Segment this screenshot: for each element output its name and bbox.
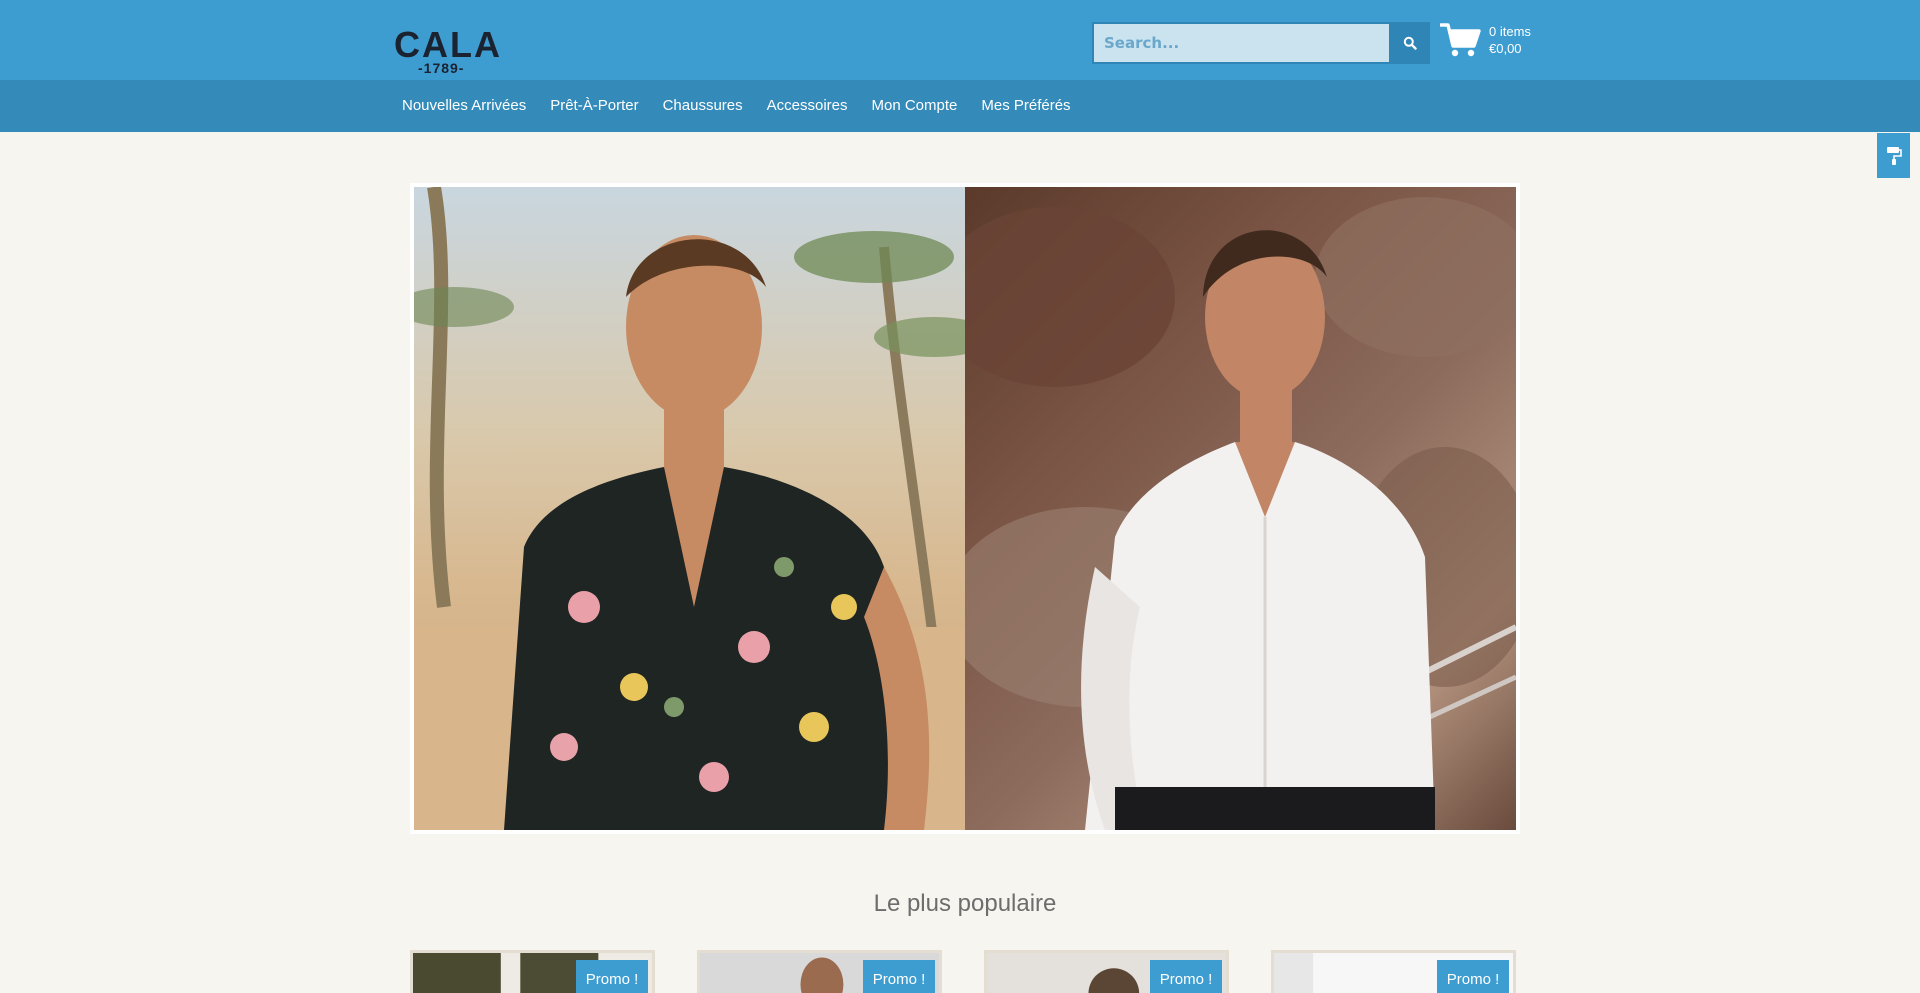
floral-shirt-model-illustration <box>414 187 965 830</box>
cala-logo[interactable]: CALA -1789- <box>394 27 500 77</box>
main-navigation: Nouvelles Arrivées Prêt-À-Porter Chaussu… <box>0 80 1920 132</box>
section-title-popular: Le plus populaire <box>873 890 1057 917</box>
promo-badge[interactable]: Promo ! <box>576 960 648 993</box>
nav-item-pret-a-porter[interactable]: Prêt-À-Porter <box>538 80 650 132</box>
product-card[interactable]: Promo ! <box>1271 950 1516 993</box>
promo-badge[interactable]: Promo ! <box>863 960 935 993</box>
paint-roller-icon <box>1886 146 1902 165</box>
search-icon <box>1403 36 1417 50</box>
search-input[interactable] <box>1092 22 1390 64</box>
logo-wordmark: CALA <box>394 24 502 65</box>
shopping-cart-icon[interactable] <box>1440 22 1482 58</box>
nav-item-accessoires[interactable]: Accessoires <box>755 80 860 132</box>
nav-item-mes-preferes[interactable]: Mes Préférés <box>969 80 1082 132</box>
white-shirt-model-illustration <box>965 197 1516 830</box>
hero-image-floral-shirt[interactable] <box>414 187 965 830</box>
promo-badge[interactable]: Promo ! <box>1150 960 1222 993</box>
cart-item-count[interactable]: 0 items <box>1489 24 1531 40</box>
cart-total-price[interactable]: €0,00 <box>1489 41 1522 57</box>
product-card[interactable]: Promo ! <box>410 950 655 993</box>
nav-menu: Nouvelles Arrivées Prêt-À-Porter Chaussu… <box>390 80 1083 132</box>
nav-item-chaussures[interactable]: Chaussures <box>651 80 755 132</box>
product-card[interactable]: Promo ! <box>697 950 942 993</box>
search-button[interactable] <box>1389 22 1430 64</box>
logo-year: -1789- <box>418 60 465 76</box>
hero-image-white-shirt[interactable] <box>965 187 1516 830</box>
site-header: CALA -1789- 0 items €0,00 <box>0 0 1920 80</box>
nav-item-mon-compte[interactable]: Mon Compte <box>859 80 969 132</box>
promo-badge[interactable]: Promo ! <box>1437 960 1509 993</box>
product-card[interactable]: Promo ! <box>984 950 1229 993</box>
nav-item-nouvelles-arrivees[interactable]: Nouvelles Arrivées <box>390 80 538 132</box>
style-switcher-tab[interactable] <box>1877 133 1910 178</box>
hero-banner[interactable] <box>410 183 1520 834</box>
